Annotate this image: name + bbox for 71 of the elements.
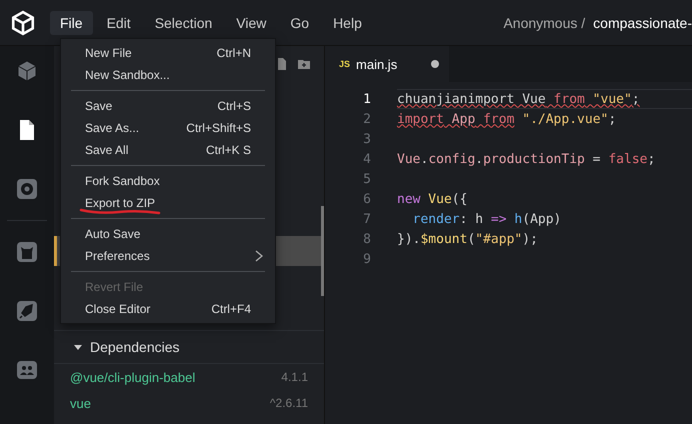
code-token: from [482,112,514,126]
menu-entry[interactable]: Save Ctrl+S [61,95,275,117]
editor-tab[interactable]: JS main.js [325,46,449,82]
code-token: ( [467,232,476,246]
code-token: ; [632,92,640,106]
section-title: Dependencies [90,339,180,355]
code-token: config [428,152,476,166]
code-token: = [592,152,602,166]
dependency-name[interactable]: vue [70,396,91,410]
code-token: Vue [397,152,420,166]
code-token: h [513,212,522,226]
dependency-version: 4.1.1 [281,370,308,384]
dependencies-header[interactable]: Dependencies [54,330,324,364]
menu-item[interactable]: Selection [144,10,222,34]
code-token: ; [647,152,656,166]
menu-entry[interactable]: Preferences [61,245,275,267]
code-token: . [475,152,484,166]
sandbox-owner: Anonymous / [503,14,586,30]
menu-entry[interactable]: Close Editor Ctrl+F4 [61,298,275,320]
menu-entry[interactable]: Save As... Ctrl+Shift+S [61,117,275,139]
tab-label: main.js [356,56,398,72]
line-number: 3 [362,132,372,146]
scrollbar[interactable] [321,206,324,296]
code-token: "#app" [475,232,522,246]
code-token: }). [397,232,420,246]
code-token: . [420,152,428,166]
code-token: => [490,212,507,226]
line-number: 6 [362,192,372,206]
menu-entry[interactable]: Fork Sandbox [61,170,275,192]
code-token: (App) [522,212,562,226]
code-token: from [552,92,585,106]
code-token: ); [522,232,538,246]
menu-item[interactable]: File [50,10,93,34]
menu-item[interactable]: Edit [96,10,141,34]
menu-entry[interactable]: Auto Save [61,223,275,245]
dependency-version: ^2.6.11 [270,396,308,410]
menu-entry[interactable]: Export to ZIP [61,192,275,214]
menu-entry[interactable]: Save All Ctrl+K S [61,139,275,161]
line-number: 9 [362,252,372,266]
code-token: render [412,212,460,226]
line-number: 4 [362,152,372,166]
code-token: : h [460,212,484,226]
menu-entry[interactable]: New File Ctrl+N [61,42,275,64]
menu-item[interactable]: View [226,10,276,34]
menu-item[interactable]: Go [280,10,320,34]
code-token: import [397,112,444,126]
line-number: 7 [362,212,372,226]
people-icon[interactable] [15,358,39,382]
code-token: productionTip [483,152,585,166]
code-token: App [450,112,476,126]
line-number: 5 [362,172,372,186]
code-token: chuanjianimport Vue [397,92,546,106]
code-token: new [397,192,420,206]
line-number: 1 [362,92,372,106]
line-number: 8 [362,232,372,246]
file-type-label: JS [339,59,350,69]
new-file-icon[interactable] [276,58,288,70]
code-token: Vue [427,192,452,206]
line-number: 2 [362,112,372,126]
code-token: ({ [452,192,468,206]
code-token: false [608,152,648,166]
code-token: "vue" [592,92,632,106]
new-folder-icon[interactable] [298,58,310,70]
dependency-name[interactable]: @vue/cli-plugin-babel [70,370,196,384]
logo-icon [10,10,36,36]
menu-entry[interactable]: New Sandbox... [61,64,275,86]
code-token: ; [608,112,616,126]
sandbox-name: compassionate- [593,14,692,30]
menu-item[interactable]: Help [323,10,372,34]
code-token: "./App.vue" [521,112,608,126]
code-token: $mount [420,232,468,246]
